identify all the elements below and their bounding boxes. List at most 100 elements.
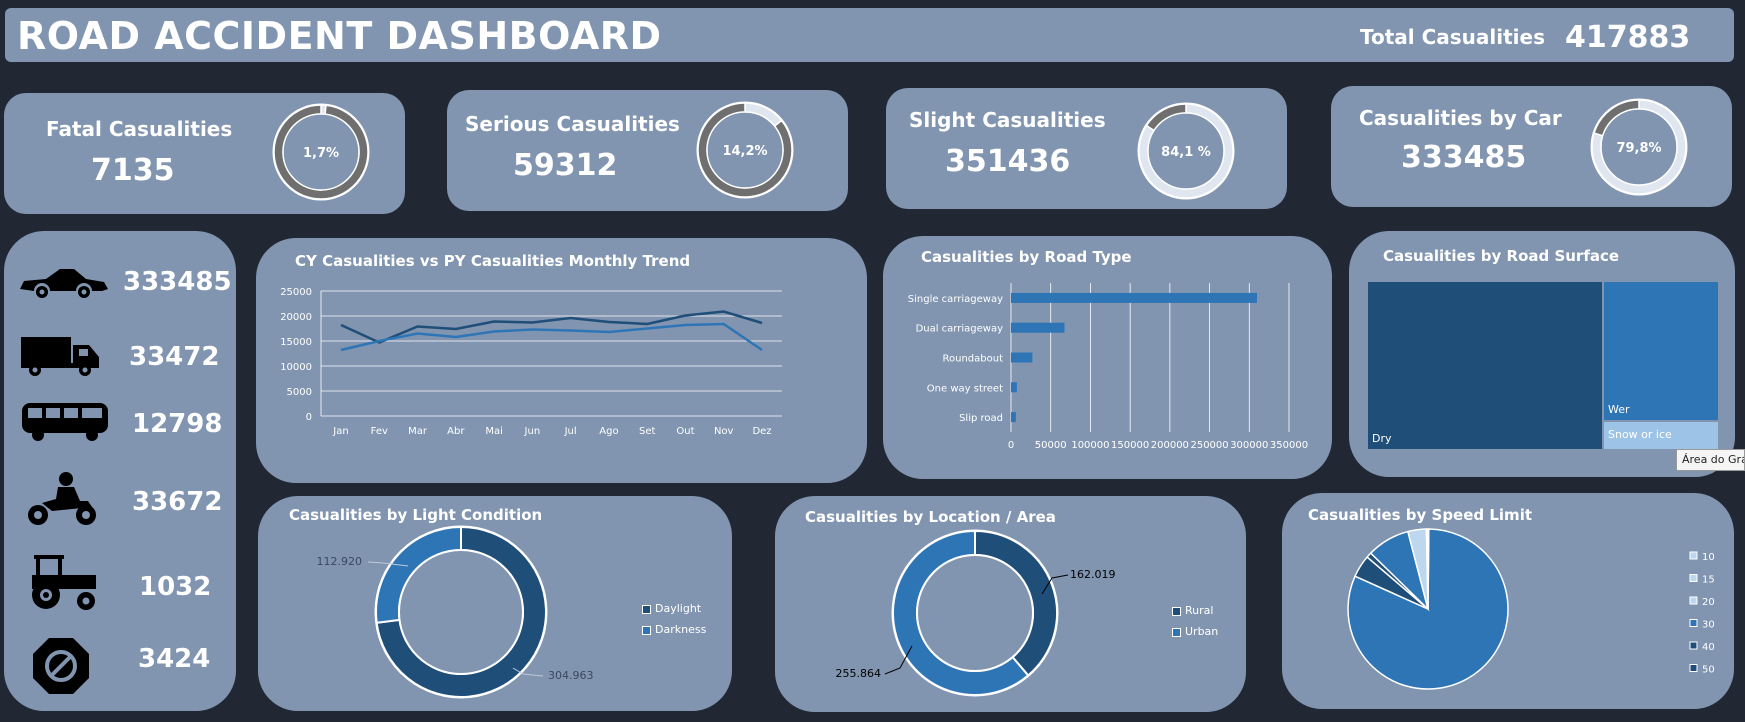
y-tick-label: 0 xyxy=(306,412,312,423)
legend-swatch xyxy=(1689,551,1698,560)
vehicle-value-motorcycle: 33672 xyxy=(132,487,223,517)
donut-label: 79,8% xyxy=(1616,141,1661,156)
kpi-value: 333485 xyxy=(1401,140,1527,175)
other-vehicle-icon xyxy=(33,638,89,694)
light-condition-panel[interactable]: Casualities by Light Condition 304.963 11… xyxy=(258,496,732,711)
legend-label: 15 xyxy=(1702,575,1715,586)
kpi-card-car[interactable]: Casualities by Car 333485 79,8% xyxy=(1331,86,1732,207)
x-tick-label: 100000 xyxy=(1071,440,1109,451)
y-tick-label: 20000 xyxy=(280,312,312,323)
road-type-panel[interactable]: Casualities by Road Type 0 50000 100000 150… xyxy=(883,236,1332,479)
x-tick-label: 300000 xyxy=(1230,440,1268,451)
treemap-label: Snow or ice xyxy=(1608,428,1672,441)
legend-darkness: Darkness xyxy=(642,623,706,636)
data-label: 255.864 xyxy=(836,667,882,680)
kpi-donut: 14,2% xyxy=(696,101,794,199)
road-type-chart: 0 50000 100000 150000 200000 250000 300000 3500… xyxy=(908,283,1308,451)
x-tick-label: 50000 xyxy=(1035,440,1067,451)
y-tick-label: 15000 xyxy=(280,337,312,348)
legend-urban: Urban xyxy=(1172,625,1218,638)
header-banner: ROAD ACCIDENT DASHBOARD Total Casualitie… xyxy=(5,8,1734,62)
bar xyxy=(1011,322,1065,333)
bar xyxy=(1011,352,1033,363)
treemap-wet: Wer xyxy=(1604,282,1718,420)
kpi-value: 59312 xyxy=(513,148,618,183)
legend-swatch xyxy=(1689,596,1698,605)
bar xyxy=(1011,292,1257,303)
tractor-icon xyxy=(32,555,96,610)
speed-limit-chart: 10 15 20 30 40 50 xyxy=(1347,528,1715,690)
kpi-card-fatal[interactable]: Fatal Casualities 7135 1,7% xyxy=(4,93,405,214)
x-tick-label: 150000 xyxy=(1111,440,1149,451)
series-line-1 xyxy=(340,322,763,352)
vehicles-panel: 333485 33472 12798 33672 1032 3424 xyxy=(4,231,236,711)
donut-label: 1,7% xyxy=(303,146,339,161)
bus-icon xyxy=(22,403,108,441)
y-tick-label: Slip road xyxy=(959,413,1003,424)
road-surface-panel[interactable]: Casualities by Road Surface Dry Wer Snow… xyxy=(1349,231,1735,477)
vehicle-value-bus: 12798 xyxy=(132,409,223,439)
legend-swatch xyxy=(1689,641,1698,650)
treemap-label: Wer xyxy=(1608,403,1630,416)
x-tick-label: Mar xyxy=(408,426,428,437)
kpi-donut: 1,7% xyxy=(272,103,370,201)
kpi-card-serious[interactable]: Serious Casualities 59312 14,2% xyxy=(447,90,848,211)
x-tick-label: Out xyxy=(676,426,694,437)
chart-title: Casualities by Road Surface xyxy=(1383,247,1620,265)
legend-label: 20 xyxy=(1702,597,1715,608)
treemap-snow: Snow or ice xyxy=(1604,422,1718,449)
donut-label: 84,1 % xyxy=(1161,145,1211,160)
kpi-title: Fatal Casualities xyxy=(46,117,233,141)
location-panel[interactable]: Casualities by Location / Area 162.019 25… xyxy=(775,496,1246,712)
legend-label: 50 xyxy=(1702,665,1715,676)
x-tick-label: 250000 xyxy=(1190,440,1228,451)
y-tick-label: Single carriageway xyxy=(908,294,1003,305)
monthly-trend-panel[interactable]: CY Casualities vs PY Casualities Monthly… xyxy=(256,238,867,483)
page-title: ROAD ACCIDENT DASHBOARD xyxy=(17,14,662,58)
kpi-donut: 79,8% xyxy=(1590,98,1688,196)
legend-label: 30 xyxy=(1702,620,1715,631)
donut-hole xyxy=(398,549,524,675)
motorcycle-icon xyxy=(28,472,96,525)
x-tick-label: Jul xyxy=(564,426,577,437)
vehicle-value-car: 333485 xyxy=(123,267,232,297)
x-tick-label: 200000 xyxy=(1151,440,1189,451)
monthly-trend-chart: 0 5000 10000 15000 20000 25000 Jan Fev Mar Abr Mai… xyxy=(280,287,782,437)
y-tick-label: 5000 xyxy=(287,387,312,398)
bar xyxy=(1011,382,1017,393)
legend-daylight: Daylight xyxy=(642,602,701,615)
treemap-dry: Dry xyxy=(1368,282,1602,449)
treemap-label: Dry xyxy=(1372,432,1392,445)
legend-rural: Rural xyxy=(1172,604,1213,617)
x-tick-label: Dez xyxy=(752,426,771,437)
vehicle-value-other: 3424 xyxy=(138,644,211,674)
y-tick-label: 10000 xyxy=(280,362,312,373)
x-tick-label: Mai xyxy=(485,426,503,437)
x-tick-label: 350000 xyxy=(1270,440,1308,451)
x-tick-label: Nov xyxy=(714,426,734,437)
data-label: 304.963 xyxy=(548,669,594,682)
y-tick-label: Dual carriageway xyxy=(916,324,1004,335)
kpi-title: Serious Casualities xyxy=(465,112,680,136)
speed-limit-panel[interactable]: Casualities by Speed Limit 10 15 20 30 40 50 xyxy=(1282,493,1734,709)
data-label: 112.920 xyxy=(317,555,363,568)
kpi-value: 7135 xyxy=(91,153,175,188)
legend-swatch xyxy=(1689,619,1698,627)
vehicle-value-truck: 33472 xyxy=(129,342,220,372)
y-tick-label: 25000 xyxy=(280,287,312,298)
vehicle-value-tractor: 1032 xyxy=(139,572,212,602)
truck-icon xyxy=(21,337,99,376)
donut-label: 14,2% xyxy=(722,144,767,159)
x-tick-label: Jan xyxy=(332,426,348,437)
legend-swatch xyxy=(1689,664,1698,672)
data-label: 162.019 xyxy=(1070,568,1116,581)
kpi-card-slight[interactable]: Slight Casualities 351436 84,1 % xyxy=(886,88,1287,209)
total-casualities-label: Total Casualities xyxy=(1360,25,1546,49)
x-tick-label: Fev xyxy=(371,426,388,437)
x-tick-label: Ago xyxy=(599,426,618,437)
kpi-title: Slight Casualities xyxy=(909,108,1106,132)
donut-hole xyxy=(916,554,1034,672)
legend-label: 40 xyxy=(1702,642,1715,653)
x-tick-label: Abr xyxy=(447,426,465,437)
kpi-donut: 84,1 % xyxy=(1137,102,1235,200)
